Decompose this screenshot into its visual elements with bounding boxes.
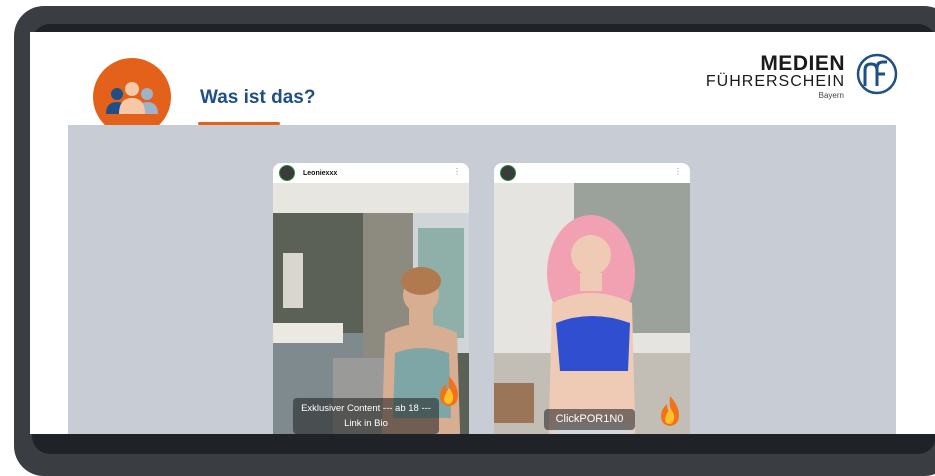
post-caption: ClickPOR1N0 [544, 409, 635, 430]
social-post[interactable]: Leoniexxx ⋮ Exklusiver Content --- ab 18… [273, 163, 469, 434]
more-dots-icon[interactable]: ⋮ [453, 167, 461, 176]
avatar[interactable] [279, 165, 295, 181]
flame-icon [440, 376, 458, 406]
post-image: ClickPOR1N0 [494, 183, 690, 434]
post-header: Leoniexxx ⋮ [273, 163, 469, 183]
post-caption: Exklusiver Content --- ab 18 --- Link in… [293, 398, 439, 434]
more-dots-icon[interactable]: ⋮ [674, 167, 682, 176]
content-area: Leoniexxx ⋮ Exklusiver Content --- ab 18… [68, 125, 896, 434]
social-post[interactable]: ⋮ ClickPOR1N0 [494, 163, 690, 434]
logo-text-bayern: Bayern [818, 91, 844, 100]
medienfuehrerschein-logo-icon [856, 53, 898, 95]
logo-text-fuehrerschein: FÜHRERSCHEIN [705, 73, 845, 90]
page-title: Was ist das? [200, 87, 316, 108]
post-username[interactable]: Leoniexxx [303, 170, 337, 177]
avatar[interactable] [500, 165, 516, 181]
medienfuehrerschein-logo: MEDIEN FÜHRERSCHEIN Bayern [699, 50, 899, 102]
post-header: ⋮ [494, 163, 690, 183]
flame-icon [661, 396, 679, 426]
slide-screen: Was ist das? MEDIEN FÜHRERSCHEIN Bayern … [30, 32, 935, 434]
post-image: Exklusiver Content --- ab 18 --- Link in… [273, 183, 469, 434]
